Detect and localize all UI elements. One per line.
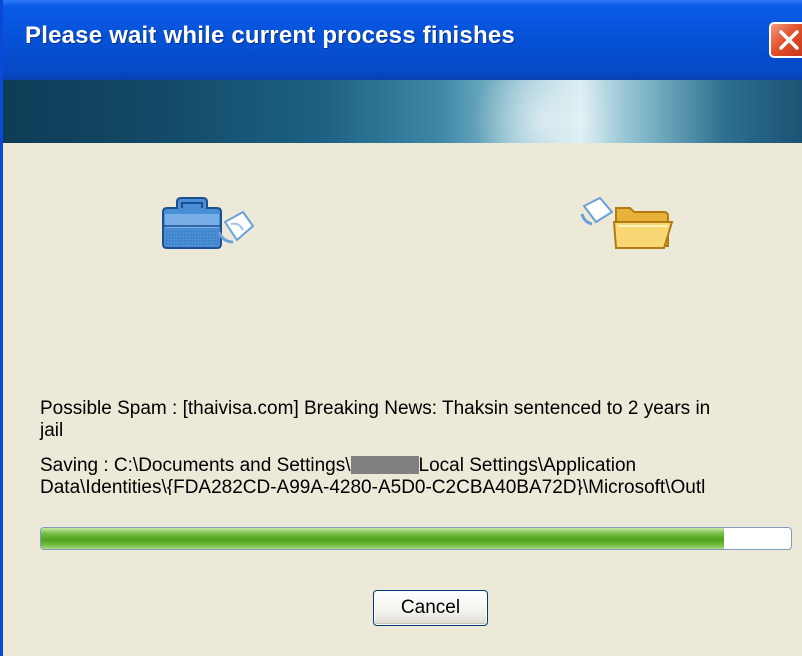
header-banner	[3, 80, 802, 143]
open-folder-icon	[578, 192, 678, 259]
status-message-line2: jail	[40, 420, 64, 441]
saving-path-suffix: Local Settings\Application	[418, 455, 637, 476]
close-button[interactable]	[769, 22, 802, 58]
saving-path-line2: Data\Identities\{FDA282CD-A99A-4280-A5D0…	[40, 477, 706, 495]
saving-path-line1: Saving : C:\Documents and Settings\ Local…	[40, 455, 636, 477]
cancel-button[interactable]: Cancel	[373, 590, 488, 626]
window-title: Please wait while current process finish…	[25, 22, 515, 49]
redacted-username	[350, 456, 419, 474]
title-bar[interactable]: Please wait while current process finish…	[3, 0, 802, 80]
saving-path-prefix: Saving : C:\Documents and Settings\	[40, 455, 351, 476]
progress-bar-fill	[41, 528, 724, 549]
progress-dialog: Please wait while current process finish…	[0, 0, 802, 656]
progress-bar	[40, 527, 792, 550]
close-icon	[779, 30, 799, 50]
briefcase-document-icon	[157, 192, 257, 259]
status-message-line1: Possible Spam : [thaivisa.com] Breaking …	[40, 398, 711, 419]
